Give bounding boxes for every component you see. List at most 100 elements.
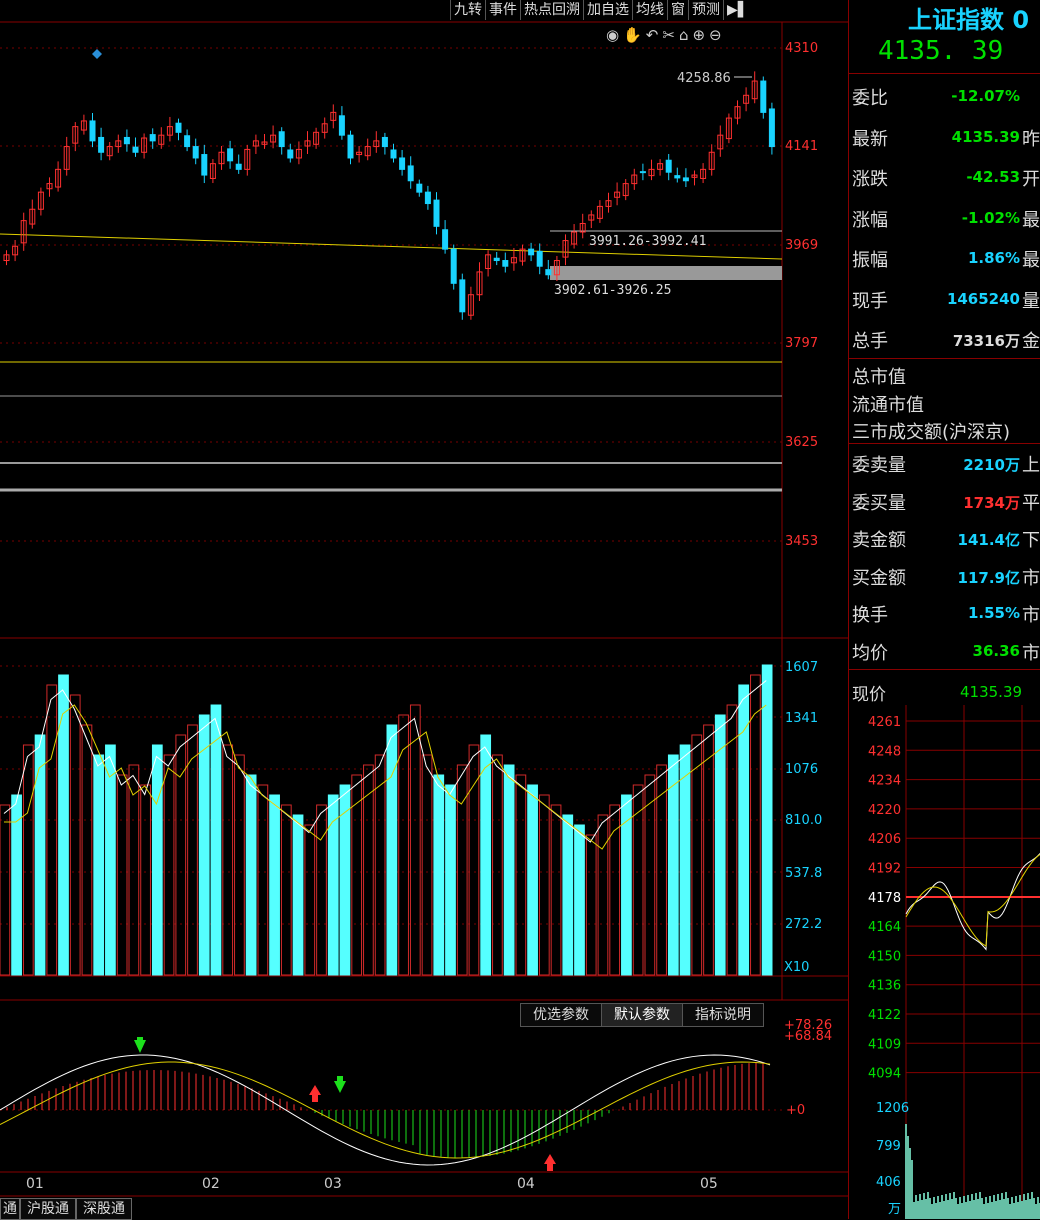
volume-bar (761, 664, 773, 976)
candle-body (665, 159, 672, 173)
tab-shanghai-connect[interactable]: 沪股通 (20, 1198, 76, 1220)
volume-bar (198, 714, 210, 976)
intraday-chart[interactable]: 4261 4248 4234 4220 4206 4192 4178 4164 4150 4136… (848, 705, 1040, 1219)
volume-bar (46, 684, 58, 976)
volume-bar (456, 764, 468, 976)
volume-bar (316, 804, 327, 976)
index-price: 4135. 39 (878, 36, 1004, 66)
volume-bar (245, 774, 257, 976)
price-axis-label: 4141 (785, 139, 818, 154)
volume-bar (105, 744, 116, 976)
gap-lower-label: 3902.61-3926.25 (554, 283, 671, 298)
volume-bar (163, 754, 175, 976)
toolbar-jiuzhuan[interactable]: 九转 (450, 0, 485, 20)
volume-axis-label: 1076 (785, 762, 818, 777)
scissors-icon[interactable]: ✂ (662, 26, 675, 46)
volume-bar (632, 784, 644, 976)
quote-row-ext: 量 (1022, 290, 1040, 312)
order-row-ext: 市 (1022, 605, 1040, 626)
tab-preferred-params[interactable]: 优选参数 (520, 1003, 601, 1027)
volume-axis-label: 537.8 (785, 866, 822, 881)
candle-body (682, 177, 689, 182)
toolbar-hotspot-replay[interactable]: 热点回溯 (520, 0, 583, 20)
toolbar-expand-icon[interactable]: ▶▌ (723, 0, 752, 20)
macd-ylabels: +78.26 +68.84 (784, 1019, 832, 1043)
volume-bar (210, 704, 222, 976)
volume-bar (292, 814, 304, 976)
quote-row-label: 现手 (852, 290, 888, 312)
volume-bar (515, 774, 527, 976)
candle-body (338, 115, 345, 136)
candle-body (459, 279, 466, 313)
quote-row-label: 最新 (852, 128, 888, 150)
intraday-axis-label: 4122 (868, 1008, 901, 1023)
quote-row-value: 73316万 (952, 332, 1020, 350)
eye-icon[interactable]: ◉ (606, 26, 619, 46)
gap-upper-label: 3991.26-3992.41 (589, 234, 706, 249)
intraday-volume-label: 万 (888, 1202, 901, 1217)
volume-bar (222, 744, 234, 976)
gap-zone (550, 266, 782, 280)
intraday-axis-label: 4234 (868, 774, 901, 789)
zoom-in-icon[interactable]: ⊕ (692, 26, 705, 46)
intraday-axis-label: 4164 (868, 920, 901, 935)
order-row-label: 委卖量 (852, 455, 906, 476)
intraday-axis-label: 4094 (868, 1067, 901, 1082)
quote-row-value: 1.86% (967, 249, 1020, 267)
volume-bar (128, 764, 140, 976)
candle-body (390, 149, 397, 159)
toolbar-window[interactable]: 窗 (667, 0, 688, 20)
quote-row-value: 4135.39 (951, 127, 1020, 146)
volume-bar (234, 754, 245, 976)
order-row-label: 买金额 (852, 567, 906, 589)
candle-body (347, 134, 354, 159)
toolbar-add-watchlist[interactable]: 加自选 (583, 0, 632, 20)
candle-body (407, 165, 414, 182)
tab-default-params[interactable]: 默认参数 (601, 1003, 682, 1027)
event-marker-icon (92, 49, 102, 59)
tab-connect[interactable]: 通 (0, 1198, 20, 1220)
intraday-volume-label: 406 (876, 1175, 901, 1190)
hand-icon[interactable]: ✋ (623, 26, 642, 46)
tab-shenzhen-connect[interactable]: 深股通 (76, 1198, 132, 1220)
candle-body (760, 80, 767, 113)
volume-bar (726, 704, 738, 976)
volume-bar (22, 744, 34, 976)
toolbar-forecast[interactable]: 预测 (688, 0, 723, 20)
chart-tools: ◉ ✋ ↶ ✂ ⌂ ⊕ ⊖ (606, 26, 722, 46)
candle-body (639, 171, 646, 174)
candle-body (132, 146, 139, 153)
order-row-value: 141.4亿 (957, 531, 1020, 549)
order-row-value: 117.9亿 (957, 568, 1020, 587)
order-row-label: 卖金额 (852, 530, 906, 551)
candle-body (399, 157, 406, 170)
macd-arrow-up-icon (309, 1085, 321, 1102)
order-row-label: 换手 (852, 605, 888, 626)
volume-bar (398, 714, 409, 976)
tab-indicator-help[interactable]: 指标说明 (682, 1003, 764, 1027)
volume-bar (58, 674, 69, 976)
quote-row-ext: 开 (1022, 169, 1040, 190)
toolbar-events[interactable]: 事件 (485, 0, 520, 20)
volume-bar (738, 684, 750, 976)
volume-bar (280, 804, 292, 976)
toolbar-moving-average[interactable]: 均线 (632, 0, 667, 20)
volume-bar (574, 824, 585, 976)
x-label-01: 01 (26, 1176, 44, 1192)
order-row-ext: 市 (1022, 642, 1040, 664)
volume-bar (503, 764, 515, 976)
three-market-turnover-label: 三市成交额(沪深京) (852, 422, 1011, 443)
volume-bar (93, 754, 105, 976)
zoom-out-icon[interactable]: ⊖ (709, 26, 722, 46)
candle-body (184, 135, 191, 148)
volume-bar (34, 734, 46, 976)
undo-icon[interactable]: ↶ (646, 26, 659, 46)
quote-row-ext: 最 (1022, 250, 1040, 271)
candle-body (287, 149, 294, 159)
quote-row-ext: 金 (1022, 331, 1040, 352)
lock-icon[interactable]: ⌂ (679, 26, 689, 46)
volume-bar (140, 784, 151, 976)
candle-body (149, 134, 156, 142)
volume-bar (421, 754, 433, 976)
stock-chart-area[interactable]: 4310 4141 3969 3797 3625 3453 1607 1341 1076 810.… (0, 0, 848, 1219)
